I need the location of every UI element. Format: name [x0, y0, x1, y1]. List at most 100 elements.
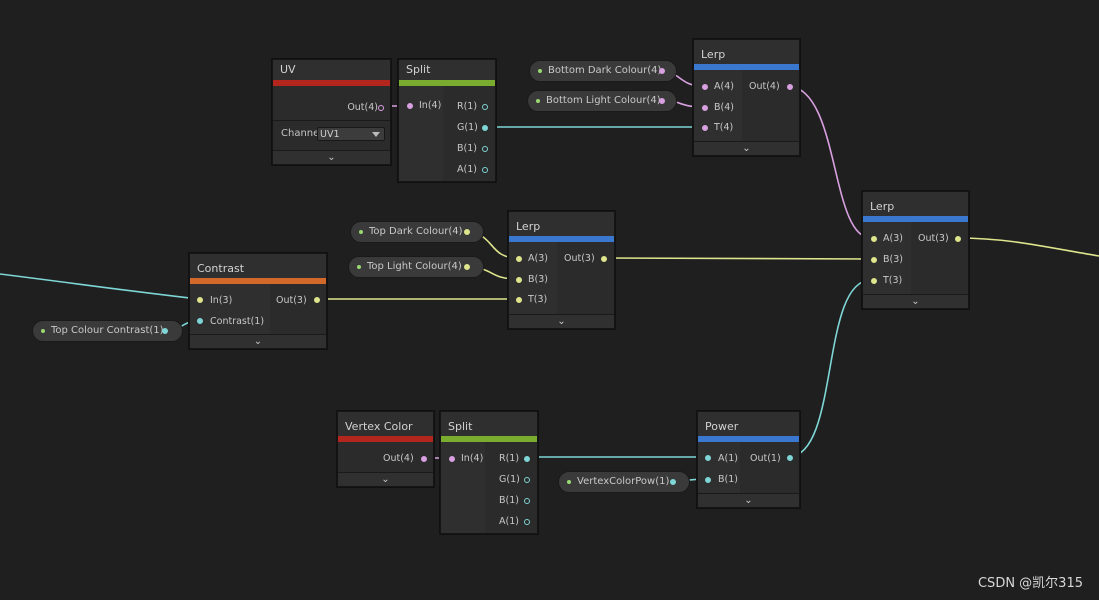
property-label: Top Light Colour(4) [367, 261, 462, 272]
uv-node[interactable]: UV Out(4) Channe UV1 ⌄ [272, 59, 391, 165]
chevron-down-icon: ⌄ [742, 143, 751, 154]
lerp-b-label: B(3) [528, 274, 548, 285]
property-out-dot[interactable] [659, 68, 665, 74]
split-in-dot[interactable] [449, 456, 455, 462]
lerp-out-dot[interactable] [955, 236, 961, 242]
split-out-g: G(1) [499, 474, 520, 485]
lerp-b-label: B(3) [883, 254, 903, 265]
channel-dropdown[interactable]: UV1 [317, 127, 385, 141]
property-out-dot[interactable] [464, 264, 470, 270]
contrast-amount-dot[interactable] [197, 318, 203, 324]
collapse-toggle[interactable]: ⌄ [698, 493, 799, 507]
lerp-t-dot[interactable] [702, 125, 708, 131]
uv-out-dot[interactable] [378, 105, 384, 111]
lerp-a-dot[interactable] [871, 236, 877, 242]
lerp-a-dot[interactable] [516, 256, 522, 262]
node-title: Split [399, 60, 495, 80]
collapse-toggle[interactable]: ⌄ [190, 334, 326, 348]
lerp-node-right[interactable]: Lerp A(3) B(3) T(3) Out(3) ⌄ [862, 191, 969, 309]
property-bottom-light[interactable]: Bottom Light Colour(4) [527, 90, 677, 112]
vertex-color-out-dot[interactable] [421, 456, 427, 462]
split-out-r-dot[interactable] [524, 456, 530, 462]
wire-power-to-lerprightT [788, 279, 872, 458]
chevron-down-icon: ⌄ [381, 474, 390, 485]
collapse-toggle[interactable]: ⌄ [509, 314, 614, 328]
lerp-a-label: A(4) [714, 81, 734, 92]
contrast-amount-label: Contrast(1) [210, 316, 265, 327]
collapse-toggle[interactable]: ⌄ [694, 141, 799, 155]
lerp-out-label: Out(4) [749, 81, 780, 92]
wire-offscreen-to-contrast [0, 273, 199, 300]
lerp-b-dot[interactable] [516, 277, 522, 283]
lerp-b-label: B(4) [714, 102, 734, 113]
contrast-in-dot[interactable] [197, 297, 203, 303]
lerp-t-label: T(3) [528, 294, 548, 305]
channel-label: Channe [281, 128, 320, 139]
lerp-a-label: A(3) [528, 253, 548, 264]
property-vertex-color-pow[interactable]: VertexColorPow(1) [558, 471, 690, 493]
lerp-t-dot[interactable] [516, 297, 522, 303]
power-b-label: B(1) [718, 474, 738, 485]
node-title: Lerp [694, 40, 799, 64]
contrast-out-dot[interactable] [314, 297, 320, 303]
lerp-a-dot[interactable] [702, 84, 708, 90]
power-b-dot[interactable] [705, 477, 711, 483]
uv-out-port[interactable]: Out(4) [347, 98, 378, 118]
split-out-b-dot[interactable] [524, 498, 530, 504]
property-top-light[interactable]: Top Light Colour(4) [348, 256, 484, 278]
property-out-dot[interactable] [659, 98, 665, 104]
split-node-top[interactable]: Split In(4) R(1) G(1) B(1) A(1) [398, 59, 496, 182]
collapse-toggle[interactable]: ⌄ [338, 472, 433, 486]
split-out-r: R(1) [457, 101, 478, 112]
split-in-dot[interactable] [407, 103, 413, 109]
split-out-a-dot[interactable] [482, 167, 488, 173]
collapse-toggle[interactable]: ⌄ [863, 294, 968, 308]
lerp-node-top[interactable]: Lerp A(4) B(4) T(4) Out(4) ⌄ [693, 39, 800, 156]
lerp-t-label: T(4) [714, 122, 734, 133]
vertex-color-node[interactable]: Vertex Color Out(4) ⌄ [337, 411, 434, 487]
split-out-g-dot[interactable] [482, 125, 488, 131]
collapse-toggle[interactable]: ⌄ [273, 150, 390, 164]
lerp-node-middle[interactable]: Lerp A(3) B(3) T(3) Out(3) ⌄ [508, 211, 615, 329]
property-out-dot[interactable] [464, 229, 470, 235]
power-out-label: Out(1) [750, 453, 781, 464]
property-label: Bottom Light Colour(4) [546, 95, 661, 106]
split-out-r-dot[interactable] [482, 104, 488, 110]
node-title: Contrast [190, 254, 326, 278]
power-node[interactable]: Power A(1) B(1) Out(1) ⌄ [697, 411, 800, 508]
property-label: VertexColorPow(1) [577, 476, 670, 487]
property-bottom-dark[interactable]: Bottom Dark Colour(4) [529, 60, 677, 82]
split-out-g-dot[interactable] [524, 477, 530, 483]
node-title: Lerp [863, 192, 968, 216]
node-title: Lerp [509, 212, 614, 236]
property-label: Bottom Dark Colour(4) [548, 65, 662, 76]
contrast-node[interactable]: Contrast In(3) Contrast(1) Out(3) ⌄ [189, 253, 327, 349]
split-out-a: A(1) [499, 516, 519, 527]
property-out-dot[interactable] [162, 328, 168, 334]
lerp-out-dot[interactable] [787, 84, 793, 90]
power-a-dot[interactable] [705, 455, 711, 461]
property-top-colour-contrast[interactable]: Top Colour Contrast(1) [32, 320, 183, 342]
split-out-a-dot[interactable] [524, 519, 530, 525]
watermark: CSDN @凯尔315 [977, 576, 1083, 591]
chevron-down-icon: ⌄ [253, 336, 263, 347]
lerp-b-dot[interactable] [702, 105, 708, 111]
property-label: Top Colour Contrast(1) [51, 325, 164, 336]
split-node-bottom[interactable]: Split In(4) R(1) G(1) B(1) A(1) [440, 411, 538, 534]
lerp-t-dot[interactable] [871, 278, 877, 284]
property-top-dark[interactable]: Top Dark Colour(4) [350, 221, 484, 243]
split-out-b-dot[interactable] [482, 146, 488, 152]
contrast-in-label: In(3) [210, 295, 233, 306]
lerp-b-dot[interactable] [871, 257, 877, 263]
property-indicator [538, 69, 542, 73]
lerp-out-dot[interactable] [601, 256, 607, 262]
split-out-b: B(1) [499, 495, 519, 506]
channel-value: UV1 [320, 129, 340, 140]
uv-channel-row: Channe UV1 [273, 120, 390, 152]
property-out-dot[interactable] [670, 479, 676, 485]
contrast-out-label: Out(3) [276, 295, 307, 306]
power-out-dot[interactable] [787, 455, 793, 461]
wire-lerpmid-to-lerpright [602, 257, 872, 260]
property-indicator [359, 230, 363, 234]
node-title: Split [441, 412, 537, 436]
